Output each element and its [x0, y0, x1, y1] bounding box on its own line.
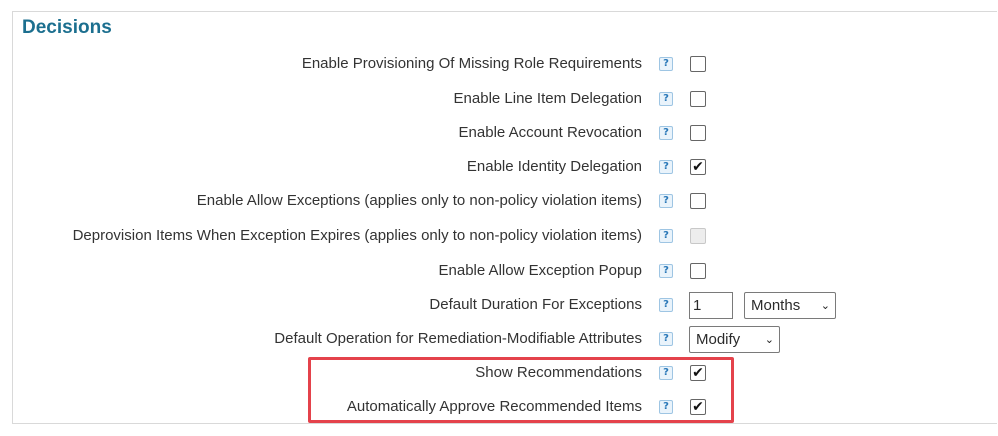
setting-row-allow-exceptions: Enable Allow Exceptions (applies only to…	[0, 184, 998, 218]
setting-row-exception-duration: Default Duration For Exceptions ? 1 Mont…	[0, 288, 998, 322]
chevron-down-icon: ⌄	[764, 333, 774, 346]
enable-account-revocation-checkbox[interactable]	[690, 125, 706, 141]
duration-amount-input[interactable]: 1	[689, 292, 733, 319]
help-icon[interactable]: ?	[659, 264, 673, 278]
duration-unit-value: Months	[751, 297, 801, 314]
help-icon[interactable]: ?	[659, 229, 673, 243]
deprovision-items-checkbox	[690, 228, 706, 244]
remediation-operation-select[interactable]: Modify ⌄	[689, 326, 780, 353]
setting-label: Enable Provisioning Of Missing Role Requ…	[301, 55, 642, 72]
enable-provisioning-checkbox[interactable]	[690, 56, 706, 72]
setting-label: Enable Line Item Delegation	[453, 90, 642, 107]
enable-exception-popup-checkbox[interactable]	[690, 263, 706, 279]
enable-allow-exceptions-checkbox[interactable]	[690, 193, 706, 209]
setting-label: Default Operation for Remediation-Modifi…	[274, 330, 642, 347]
help-icon[interactable]: ?	[659, 126, 673, 140]
setting-row-remediation-operation: Default Operation for Remediation-Modifi…	[0, 322, 998, 356]
remediation-operation-value: Modify	[696, 331, 741, 348]
setting-row-exception-popup: Enable Allow Exception Popup ?	[0, 254, 998, 288]
help-icon[interactable]: ?	[659, 332, 673, 346]
setting-label: Enable Allow Exception Popup	[438, 262, 642, 279]
setting-label: Deprovision Items When Exception Expires…	[72, 227, 642, 244]
setting-row-line-item-delegation: Enable Line Item Delegation ?	[0, 82, 998, 116]
help-icon[interactable]: ?	[659, 160, 673, 174]
enable-identity-delegation-checkbox[interactable]: ✔	[690, 159, 706, 175]
setting-label: Default Duration For Exceptions	[429, 296, 642, 313]
help-icon[interactable]: ?	[659, 57, 673, 71]
section-title: Decisions	[22, 17, 112, 38]
highlight-box	[308, 357, 734, 423]
setting-row-identity-delegation: Enable Identity Delegation ? ✔	[0, 150, 998, 184]
duration-unit-select[interactable]: Months ⌄	[744, 292, 836, 319]
setting-label: Enable Account Revocation	[458, 124, 642, 141]
enable-line-item-delegation-checkbox[interactable]	[690, 91, 706, 107]
setting-row-provisioning: Enable Provisioning Of Missing Role Requ…	[0, 47, 998, 81]
chevron-down-icon: ⌄	[820, 299, 830, 312]
setting-label: Enable Allow Exceptions (applies only to…	[196, 192, 642, 209]
setting-row-deprovision-items: Deprovision Items When Exception Expires…	[0, 219, 998, 253]
help-icon[interactable]: ?	[659, 194, 673, 208]
help-icon[interactable]: ?	[659, 298, 673, 312]
setting-label: Enable Identity Delegation	[466, 158, 642, 175]
setting-row-account-revocation: Enable Account Revocation ?	[0, 116, 998, 150]
help-icon[interactable]: ?	[659, 92, 673, 106]
